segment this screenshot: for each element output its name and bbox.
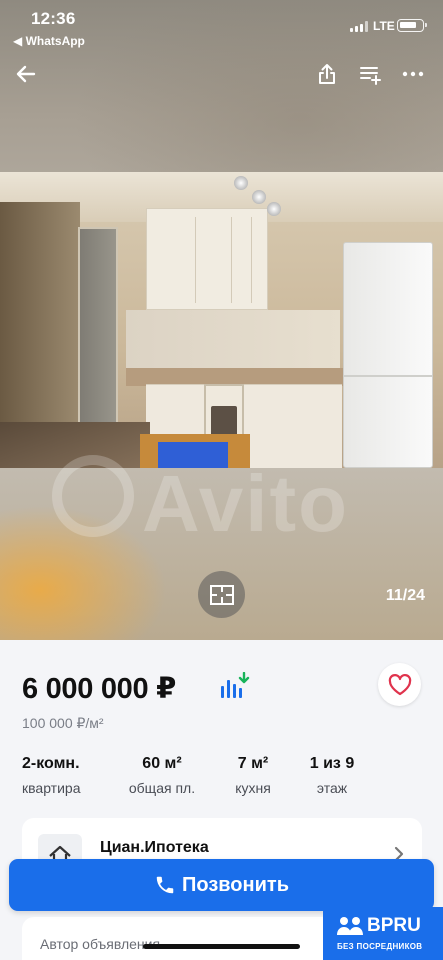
floorplan-icon — [209, 584, 234, 605]
playlist-add-icon — [360, 67, 381, 85]
feature-label: этаж — [316, 780, 348, 796]
phone-icon — [156, 876, 174, 894]
agency-name: Циан.Ипотека — [100, 839, 209, 856]
home-indicator — [143, 944, 300, 949]
more-button[interactable] — [397, 58, 429, 90]
back-button[interactable] — [10, 58, 42, 90]
price-per-m2: 100 000 ₽/м² — [22, 715, 104, 731]
add-to-list-button[interactable] — [354, 58, 386, 90]
share-button[interactable] — [311, 58, 343, 90]
signal-icon — [350, 21, 368, 32]
feature-kitchen-area: 7 м² кухня — [226, 755, 280, 796]
arrow-left-icon — [16, 65, 36, 83]
price: 6 000 000 ₽ — [22, 673, 176, 705]
bpru-subtitle: БЕЗ ПОСРЕДНИКОВ — [337, 942, 423, 951]
call-button-label: Позвонить — [182, 873, 289, 896]
feature-total-area: 60 м² общая пл. — [124, 755, 200, 796]
feature-label: общая пл. — [128, 780, 196, 796]
listing-photo[interactable] — [0, 172, 443, 468]
heart-icon — [388, 673, 411, 695]
feature-value: 7 м² — [237, 755, 269, 772]
network-type: LTE — [373, 19, 395, 33]
feature-value: 1 из 9 — [309, 755, 355, 772]
feature-floor: 1 из 9 этаж — [304, 755, 360, 796]
avito-watermark: Avito — [52, 455, 349, 550]
bpru-badge: BPRU БЕЗ ПОСРЕДНИКОВ — [323, 907, 443, 960]
more-horizontal-icon — [402, 71, 424, 77]
bpru-logo: BPRU — [337, 915, 421, 937]
photo-gallery[interactable]: Avito 12:36 ◀ WhatsApp LTE 11/24 — [0, 0, 443, 640]
author-label: Автор объявления — [40, 936, 161, 952]
call-button[interactable]: Позвонить — [9, 859, 434, 911]
share-icon — [319, 64, 335, 84]
floorplan-button[interactable] — [198, 571, 245, 618]
people-icon — [337, 917, 363, 935]
battery-icon — [397, 19, 427, 32]
feature-label: квартира — [22, 780, 81, 796]
feature-rooms: 2-комн. квартира — [22, 755, 80, 796]
status-bar: 12:36 ◀ WhatsApp LTE — [0, 0, 443, 56]
price-chart-icon — [221, 671, 250, 698]
feature-value: 2-комн. — [22, 755, 80, 772]
favorite-button[interactable] — [378, 663, 421, 706]
status-time: 12:36 — [31, 9, 76, 28]
price-history-button[interactable] — [217, 671, 253, 702]
back-to-app-link[interactable]: ◀ WhatsApp — [13, 34, 85, 48]
photo-counter: 11/24 — [385, 587, 425, 604]
feature-value: 60 м² — [142, 755, 182, 772]
feature-label: кухня — [235, 780, 271, 796]
bpru-title: BPRU — [367, 915, 421, 936]
